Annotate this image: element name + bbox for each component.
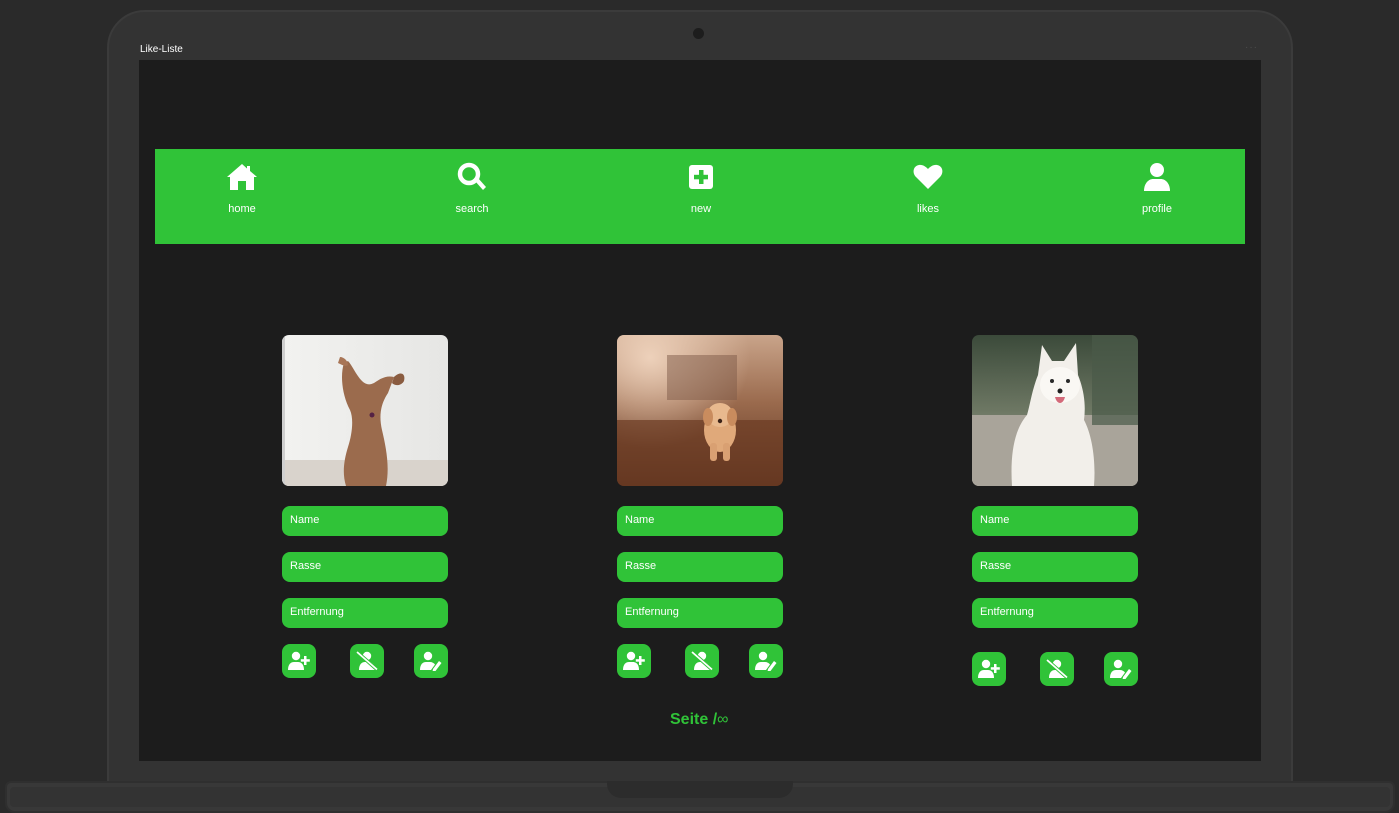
name-field[interactable]: Name [617,506,783,536]
camera-dot [693,28,704,39]
plus-square-icon [689,165,713,189]
user-slash-icon [691,651,713,671]
user-slash-icon [1046,659,1068,679]
edit-user-button[interactable] [1104,652,1138,686]
breed-field[interactable]: Rasse [972,552,1138,582]
nav-item-new[interactable]: new [656,161,746,215]
nav-bar: home search new likes profile [155,149,1245,244]
remove-user-button[interactable] [350,644,384,678]
dog-card: Name Rasse Entfernung [617,335,783,678]
add-user-button[interactable] [617,644,651,678]
nav-item-home[interactable]: home [197,161,287,215]
edit-user-button[interactable] [414,644,448,678]
user-icon [1144,163,1170,191]
edit-user-button[interactable] [749,644,783,678]
user-edit-icon [1110,659,1132,679]
nav-item-profile[interactable]: profile [1112,161,1202,215]
nav-label-home: home [228,203,256,215]
laptop-notch [607,781,793,798]
dog-photo[interactable] [972,335,1138,486]
name-field[interactable]: Name [282,506,448,536]
dog-card: Name Rasse Entfernung [972,335,1138,686]
search-icon [457,162,486,190]
window-title: Like-Liste [140,44,183,55]
user-slash-icon [356,651,378,671]
nav-item-likes[interactable]: likes [883,161,973,215]
user-plus-icon [978,659,1000,678]
home-icon [227,164,257,190]
heart-icon [913,164,943,189]
nav-label-new: new [690,203,712,215]
distance-field[interactable]: Entfernung [282,598,448,628]
dog-photo[interactable] [617,335,783,486]
nav-item-search[interactable]: search [427,161,517,215]
remove-user-button[interactable] [685,644,719,678]
add-user-button[interactable] [282,644,316,678]
dog-photo[interactable] [282,335,448,486]
page-total: ∞ [717,711,729,728]
distance-field[interactable]: Entfernung [617,598,783,628]
nav-label-search: search [455,203,489,215]
breed-field[interactable]: Rasse [282,552,448,582]
nav-label-profile: profile [1142,203,1172,215]
name-field[interactable]: Name [972,506,1138,536]
user-edit-icon [420,651,442,671]
user-plus-icon [288,651,310,670]
page-label: Seite / [670,711,718,728]
add-user-button[interactable] [972,652,1006,686]
dog-card: Name Rasse Entfernung [282,335,448,678]
breed-field[interactable]: Rasse [617,552,783,582]
user-plus-icon [623,651,645,670]
page-indicator: Seite /∞ [670,711,729,729]
distance-field[interactable]: Entfernung [972,598,1138,628]
remove-user-button[interactable] [1040,652,1074,686]
nav-label-likes: likes [916,203,939,215]
window-menu-dots[interactable]: ··· [1245,42,1258,53]
user-edit-icon [755,651,777,671]
